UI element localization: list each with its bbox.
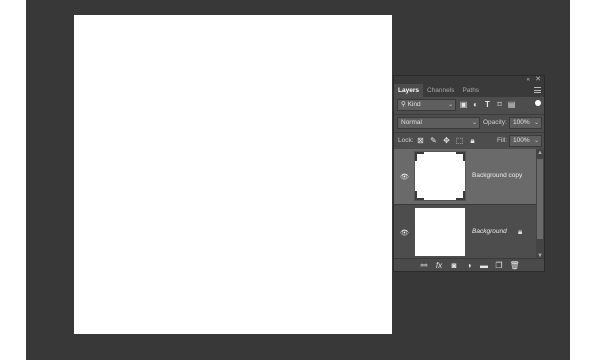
chevron-down-icon: ⌄ bbox=[533, 138, 539, 144]
fx-icon[interactable]: fx bbox=[435, 261, 444, 270]
blend-row: Normal ⌄ Opacity: 100% ⌄ bbox=[394, 115, 544, 133]
fill-value: 100% bbox=[513, 137, 530, 144]
filter-toggle[interactable] bbox=[535, 100, 541, 106]
layers-panel: « ✕ Layers Channels Paths ⚲ Kind ⌄ ▣ ◐ T… bbox=[393, 75, 545, 272]
selection-corner bbox=[415, 191, 424, 200]
type-filter-icon[interactable]: T bbox=[483, 100, 492, 109]
new-group-icon[interactable]: ▬ bbox=[480, 261, 489, 270]
opacity-value: 100% bbox=[513, 119, 530, 126]
lock-position-icon[interactable]: ✥ bbox=[442, 136, 451, 145]
tab-paths[interactable]: Paths bbox=[458, 84, 483, 97]
chevron-down-icon: ⌄ bbox=[471, 120, 477, 126]
scroll-thumb[interactable] bbox=[537, 159, 543, 239]
layer-thumbnail[interactable] bbox=[414, 151, 466, 201]
shape-filter-icon[interactable]: ⌑ bbox=[495, 100, 504, 109]
layers-list: 👁︎ Background copy 👁︎ Background 🔒︎ bbox=[394, 149, 538, 261]
chevron-down-icon: ⌄ bbox=[447, 102, 453, 108]
selection-corner bbox=[456, 152, 465, 161]
lock-transparent-icon[interactable]: ⊠ bbox=[416, 136, 425, 145]
layer-thumbnail[interactable] bbox=[415, 208, 465, 256]
filter-kind-select[interactable]: ⚲ Kind ⌄ bbox=[397, 99, 456, 111]
search-icon: ⚲ bbox=[401, 101, 406, 108]
fill-field[interactable]: 100% ⌄ bbox=[509, 135, 542, 147]
collapse-panel-icon[interactable]: « bbox=[527, 76, 530, 84]
tab-channels[interactable]: Channels bbox=[423, 84, 458, 97]
lock-label: Lock: bbox=[398, 137, 414, 144]
selection-corner bbox=[456, 191, 465, 200]
layers-scrollbar[interactable]: ▲ ▼ bbox=[536, 149, 544, 260]
blend-mode-value: Normal bbox=[401, 119, 422, 126]
chevron-down-icon: ⌄ bbox=[533, 120, 539, 126]
panel-menu-icon[interactable] bbox=[534, 87, 541, 93]
opacity-label: Opacity: bbox=[483, 119, 507, 126]
add-mask-icon[interactable]: ◙ bbox=[450, 261, 459, 270]
tab-layers[interactable]: Layers bbox=[394, 84, 423, 97]
link-layers-icon[interactable]: ⚯ bbox=[420, 261, 429, 270]
lock-paint-icon[interactable]: ✎ bbox=[429, 136, 438, 145]
panel-title-bar[interactable]: « ✕ bbox=[394, 76, 544, 84]
lock-icon: 🔒︎ bbox=[518, 227, 523, 236]
close-panel-icon[interactable]: ✕ bbox=[535, 76, 541, 84]
layer-name[interactable]: Background bbox=[472, 228, 507, 235]
panel-footer: ⚯ fx ◙ ◑ ▬ ❐ 🗑︎ bbox=[394, 258, 544, 271]
adjustment-filter-icon[interactable]: ◐ bbox=[471, 100, 480, 109]
new-layer-icon[interactable]: ❐ bbox=[495, 261, 504, 270]
selection-corner bbox=[415, 152, 424, 161]
document-canvas[interactable] bbox=[74, 15, 392, 334]
scroll-up-icon[interactable]: ▲ bbox=[536, 149, 544, 157]
fill-label: Fill: bbox=[497, 137, 508, 144]
filter-kind-value: Kind bbox=[407, 101, 421, 108]
image-filter-icon[interactable]: ▣ bbox=[459, 100, 468, 109]
blend-mode-select[interactable]: Normal ⌄ bbox=[397, 117, 480, 129]
eye-icon[interactable]: 👁︎ bbox=[400, 229, 409, 237]
delete-layer-icon[interactable]: 🗑︎ bbox=[510, 261, 520, 270]
lock-artboard-icon[interactable]: ⬚ bbox=[455, 136, 464, 145]
eye-icon[interactable]: 👁︎ bbox=[400, 173, 409, 181]
smart-object-filter-icon[interactable]: ▤ bbox=[507, 100, 516, 109]
opacity-field[interactable]: 100% ⌄ bbox=[509, 117, 542, 129]
adjustment-layer-icon[interactable]: ◑ bbox=[465, 261, 474, 270]
layer-row[interactable]: 👁︎ Background 🔒︎ bbox=[394, 205, 538, 261]
lock-all-icon[interactable]: 🔒︎ bbox=[468, 136, 477, 145]
layer-row[interactable]: 👁︎ Background copy bbox=[394, 149, 538, 205]
filter-row: ⚲ Kind ⌄ ▣ ◐ T ⌑ ▤ bbox=[394, 97, 544, 115]
panel-tabs: Layers Channels Paths bbox=[394, 84, 544, 97]
layer-name[interactable]: Background copy bbox=[472, 172, 522, 179]
